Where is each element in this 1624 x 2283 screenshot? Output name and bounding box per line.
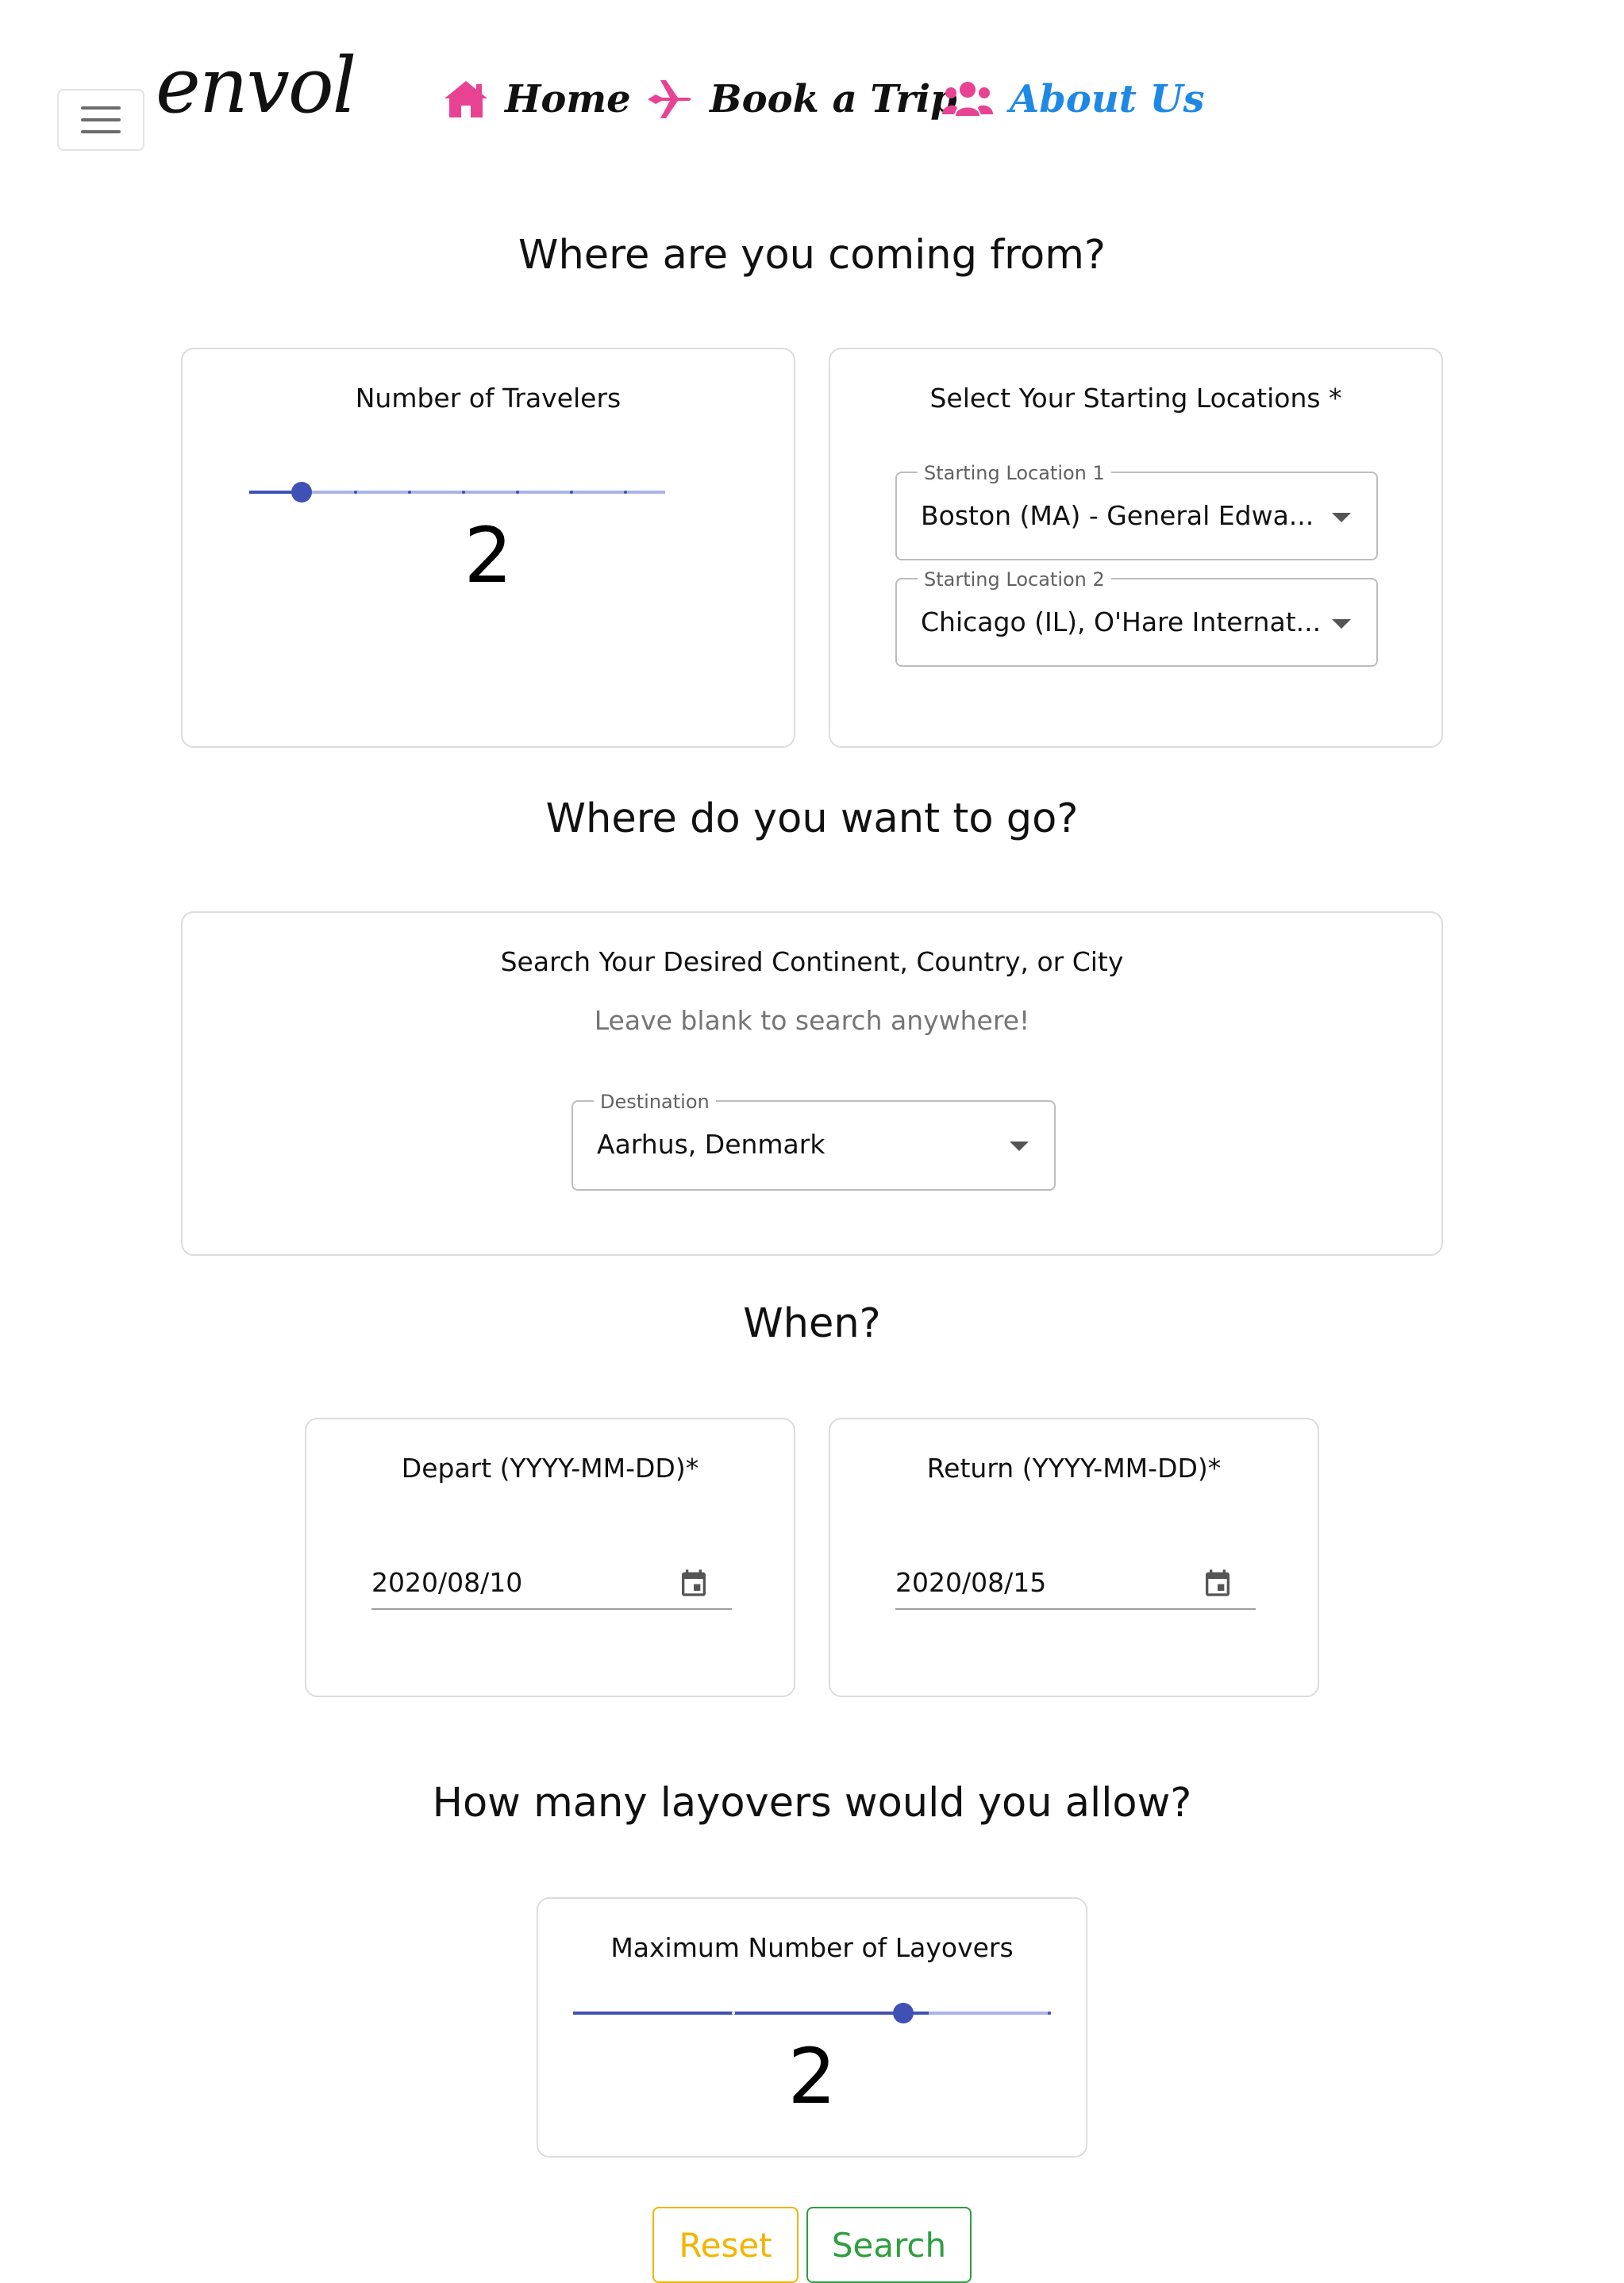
plane-icon	[648, 80, 691, 118]
hamburger-icon-line	[81, 130, 121, 133]
starting-locations-card: Select Your Starting Locations * Startin…	[829, 348, 1443, 748]
destination-heading: Where do you want to go?	[545, 795, 1079, 842]
users-icon	[942, 82, 993, 116]
slider-tick	[354, 491, 357, 494]
starting-location-1-select[interactable]: Starting Location 1 Boston (MA) - Genera…	[895, 462, 1378, 560]
destination-card: Search Your Desired Continent, Country, …	[181, 911, 1443, 1256]
return-date-value: 2020/08/15	[895, 1567, 1047, 1598]
slider-tick	[516, 491, 519, 494]
starting-location-2-value: Chicago (IL), O'Hare Internat...	[921, 606, 1322, 637]
destination-hint: Leave blank to search anywhere!	[594, 1005, 1030, 1036]
nav-label-about-us: About Us	[1010, 77, 1205, 121]
calendar-icon[interactable]	[1202, 1567, 1233, 1599]
nav-item-book-trip[interactable]: Book a Trip	[645, 71, 957, 127]
starting-location-1-value: Boston (MA) - General Edwa...	[921, 500, 1314, 531]
depart-title: Depart (YYYY-MM-DD)*	[401, 1453, 699, 1484]
origin-heading: Where are you coming from?	[518, 232, 1106, 279]
nav-label-book-trip: Book a Trip	[710, 77, 957, 121]
starting-location-1-label: Starting Location 1	[918, 462, 1111, 484]
layovers-heading: How many layovers would you allow?	[432, 1780, 1192, 1827]
slider-tick	[462, 491, 465, 494]
dates-heading: When?	[743, 1300, 881, 1347]
calendar-icon[interactable]	[678, 1567, 710, 1599]
hamburger-icon	[81, 106, 121, 110]
slider-tick	[732, 2012, 735, 2015]
return-title: Return (YYYY-MM-DD)*	[926, 1453, 1222, 1484]
travelers-count: 2	[464, 511, 513, 600]
destination-select[interactable]: Destination Aarhus, Denmark	[571, 1091, 1056, 1191]
nav-item-home[interactable]: Home	[443, 71, 631, 127]
travelers-card: Number of Travelers 2	[181, 348, 795, 748]
menu-toggle-button[interactable]	[57, 89, 144, 151]
search-button[interactable]: Search	[806, 2207, 972, 2283]
layovers-slider-thumb[interactable]	[893, 2003, 914, 2023]
travelers-title: Number of Travelers	[355, 383, 622, 414]
layovers-slider-track-active	[573, 2012, 929, 2015]
slider-tick	[570, 491, 573, 494]
reset-button[interactable]: Reset	[652, 2207, 799, 2283]
nav-item-about-us[interactable]: About Us	[941, 71, 1204, 127]
slider-tick	[408, 491, 411, 494]
starting-location-2-label: Starting Location 2	[918, 568, 1111, 591]
slider-tick	[1048, 2012, 1051, 2015]
brand-logo[interactable]: envol	[156, 48, 356, 124]
chevron-down-icon	[1332, 619, 1351, 629]
hamburger-icon-line	[81, 118, 121, 121]
starting-locations-title: Select Your Starting Locations *	[929, 383, 1342, 414]
slider-tick	[624, 491, 627, 494]
nav-label-home: Home	[505, 77, 631, 121]
return-card: Return (YYYY-MM-DD)* 2020/08/15	[829, 1418, 1319, 1697]
destination-title: Search Your Desired Continent, Country, …	[500, 946, 1124, 977]
depart-date-value: 2020/08/10	[371, 1567, 523, 1598]
travelers-slider-thumb[interactable]	[291, 482, 312, 502]
layovers-count: 2	[787, 2032, 837, 2121]
layovers-card: Maximum Number of Layovers 2	[537, 1897, 1087, 2158]
chevron-down-icon	[1332, 513, 1351, 522]
destination-value: Aarhus, Denmark	[597, 1129, 825, 1160]
starting-location-2-select[interactable]: Starting Location 2 Chicago (IL), O'Hare…	[895, 568, 1378, 667]
chevron-down-icon	[1010, 1142, 1029, 1151]
layovers-slider-track[interactable]	[929, 2012, 1051, 2015]
return-date-input[interactable]: 2020/08/15	[895, 1559, 1256, 1610]
depart-date-input[interactable]: 2020/08/10	[371, 1559, 732, 1610]
layovers-title: Maximum Number of Layovers	[610, 1932, 1014, 1963]
home-icon	[444, 81, 487, 117]
destination-label: Destination	[594, 1091, 716, 1113]
depart-card: Depart (YYYY-MM-DD)* 2020/08/10	[305, 1418, 795, 1697]
